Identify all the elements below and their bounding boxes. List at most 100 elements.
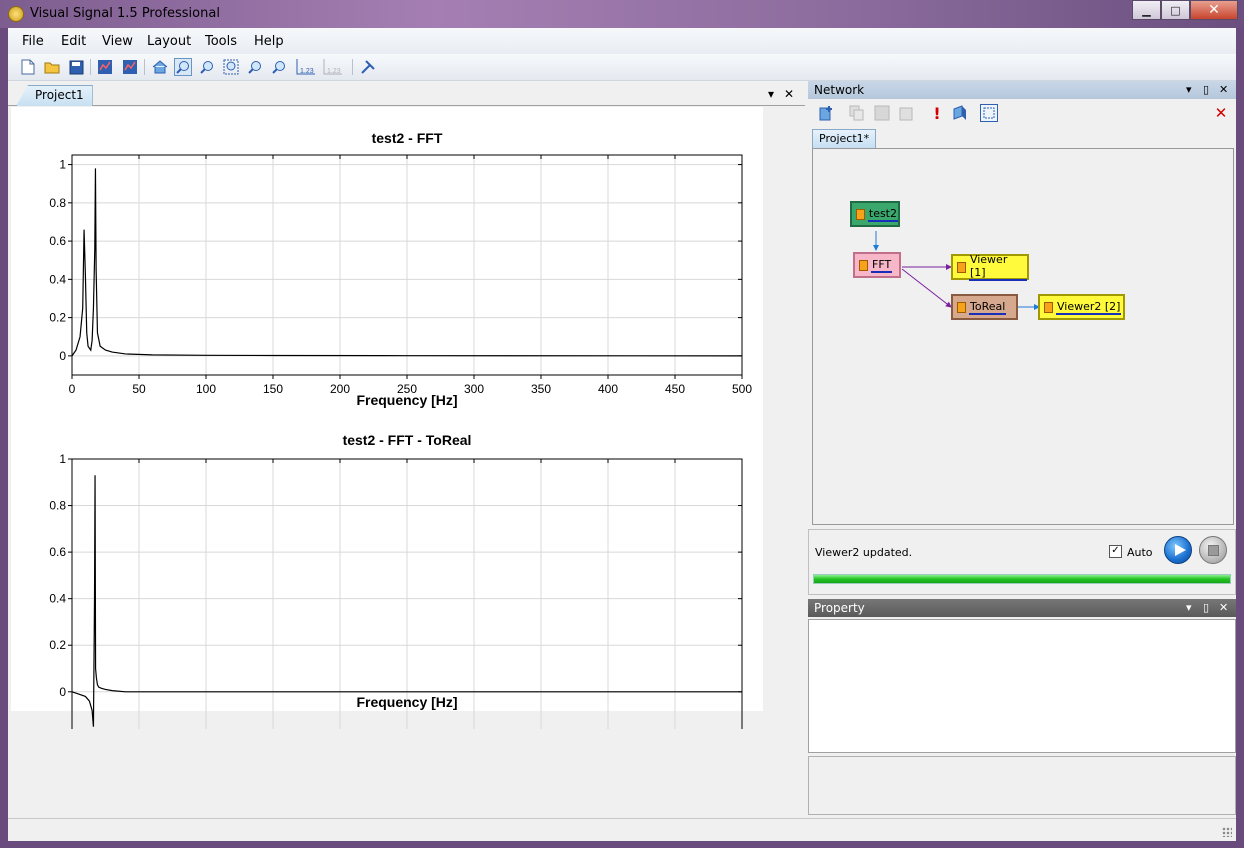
settings-tools-icon[interactable] (359, 58, 377, 76)
node-viewer2-label: Viewer2 [2] (1056, 299, 1122, 315)
axis-label-text: 1.23 (300, 68, 314, 75)
network-header: Network ▾ ▯ ✕ (808, 81, 1236, 99)
close-document-button[interactable]: ✕ (784, 87, 794, 101)
tab-list-dropdown[interactable]: ▾ (768, 87, 774, 101)
alert-icon[interactable]: ! (928, 104, 946, 123)
y-tick-label: 0 (59, 349, 66, 363)
status-message: Viewer2 updated. (815, 546, 913, 559)
menu-tools[interactable]: Tools (205, 34, 237, 49)
menu-view[interactable]: View (102, 34, 133, 49)
axis-label-icon[interactable]: 1.23 (295, 58, 317, 76)
zoom-tool-icon[interactable] (174, 58, 192, 76)
y-tick-label: 0.6 (49, 545, 66, 559)
add-node-icon[interactable] (818, 104, 836, 122)
save-disabled-icon (873, 104, 891, 122)
minimize-button[interactable]: ▁ (1132, 0, 1161, 20)
network-canvas[interactable]: test2 FFT Viewer [1] ToReal Viewer2 [2] (812, 148, 1234, 525)
node-test2-icon (856, 208, 865, 220)
stop-button[interactable] (1199, 536, 1227, 564)
zoom-reset-icon[interactable] (270, 58, 288, 76)
open-folder-icon[interactable] (43, 58, 61, 76)
tab-project1[interactable]: Project1 (16, 85, 93, 106)
new-file-icon[interactable] (19, 58, 37, 76)
pin-icon[interactable]: ▯ (1203, 81, 1209, 99)
axis-label-disabled-icon: 1.23 (322, 58, 344, 76)
network-menu-icon[interactable]: ▾ (1186, 81, 1192, 99)
menu-edit[interactable]: Edit (61, 34, 86, 49)
property-title: Property (814, 601, 865, 615)
chart-export-icon[interactable] (121, 58, 139, 76)
window-controls: ▁ □ ✕ (1132, 0, 1238, 20)
chart1-title: test2 - FFT (371, 130, 443, 146)
node-viewer1-icon (957, 261, 966, 273)
progress-fill (814, 575, 1230, 583)
node-viewer2[interactable]: Viewer2 [2] (1038, 294, 1125, 320)
save-icon[interactable] (67, 58, 85, 76)
menu-layout[interactable]: Layout (147, 34, 191, 49)
y-tick-label: 0.8 (49, 499, 66, 513)
node-toreal[interactable]: ToReal (951, 294, 1018, 320)
window-client: File Edit View Layout Tools Help 1.23 1.… (8, 28, 1236, 841)
maximize-button[interactable]: □ (1161, 0, 1190, 20)
node-viewer1[interactable]: Viewer [1] (951, 253, 1029, 281)
y-tick-label: 0.2 (49, 638, 66, 652)
property-header: Property ▾ ▯ ✕ (808, 599, 1236, 617)
menu-bar: File Edit View Layout Tools Help (8, 28, 1236, 54)
auto-checkbox[interactable]: ✓ (1109, 545, 1122, 558)
toolbar-separator (144, 59, 145, 75)
close-button[interactable]: ✕ (1190, 0, 1238, 20)
node-fft-label: FFT (871, 257, 893, 273)
node-fft-icon (859, 259, 868, 271)
chart-view-icon[interactable] (96, 58, 114, 76)
property-close-icon[interactable]: ✕ (1219, 599, 1228, 617)
play-button[interactable] (1164, 536, 1192, 564)
paste-icon (898, 104, 916, 122)
home-icon[interactable] (151, 58, 169, 76)
title-bar: Visual Signal 1.5 Professional ▁ □ ✕ (0, 0, 1244, 28)
network-title: Network (814, 83, 865, 97)
y-tick-label: 0.6 (49, 234, 66, 248)
network-toolbar: ! ✕ (808, 100, 1236, 126)
tab-network-project1[interactable]: Project1* (812, 129, 877, 148)
toolbar-separator (90, 59, 91, 75)
node-viewer2-icon (1044, 301, 1053, 313)
menu-help[interactable]: Help (254, 34, 284, 49)
status-bar (8, 818, 1236, 841)
chart1-xlabel: Frequency [Hz] (356, 392, 458, 408)
property-menu-icon[interactable]: ▾ (1186, 599, 1192, 617)
progress-bar (813, 574, 1231, 584)
property-description (808, 756, 1236, 815)
run-status-area: Viewer2 updated. ✓ Auto (808, 529, 1236, 595)
copy-icon (848, 104, 866, 122)
zoom-in-icon[interactable] (198, 58, 216, 76)
network-panel: Network ▾ ▯ ✕ ! ✕ Project1* test2 FFT Vi… (808, 81, 1236, 817)
resize-grip-icon[interactable] (1222, 827, 1232, 837)
y-tick-label: 1 (59, 452, 66, 466)
run-node-icon[interactable] (951, 104, 969, 122)
link-fft-toreal (901, 268, 952, 308)
node-toreal-label: ToReal (969, 299, 1007, 315)
y-tick-label: 1 (59, 158, 66, 172)
document-tab-bar: Project1 ▾ ✕ (8, 81, 805, 106)
document-area: Project1 ▾ ✕ test2 - FFT 0 50 100 150 200 250… (8, 81, 805, 817)
select-box-icon[interactable] (980, 104, 998, 122)
node-test2-label: test2 (867, 206, 898, 222)
node-toreal-icon (957, 301, 966, 313)
network-close-icon[interactable]: ✕ (1219, 81, 1228, 99)
property-grid[interactable] (808, 619, 1236, 753)
chart2-title: test2 - FFT - ToReal (342, 432, 472, 448)
chart2-xlabel: Frequency [Hz] (356, 694, 458, 710)
zoom-box-icon[interactable] (222, 58, 240, 76)
menu-file[interactable]: File (22, 34, 44, 49)
property-pin-icon[interactable]: ▯ (1203, 599, 1209, 617)
window-title: Visual Signal 1.5 Professional (30, 6, 220, 21)
auto-label: Auto (1127, 546, 1153, 559)
node-test2[interactable]: test2 (850, 201, 900, 227)
delete-icon[interactable]: ✕ (1212, 104, 1230, 122)
y-tick-label: 0.4 (49, 272, 66, 286)
zoom-fit-icon[interactable] (246, 58, 264, 76)
chart2[interactable]: 050100150200250300350400450500-0.200.20.… (11, 449, 763, 729)
y-tick-label: 0.2 (49, 311, 66, 325)
node-fft[interactable]: FFT (853, 252, 901, 278)
toolbar-separator (352, 59, 353, 75)
